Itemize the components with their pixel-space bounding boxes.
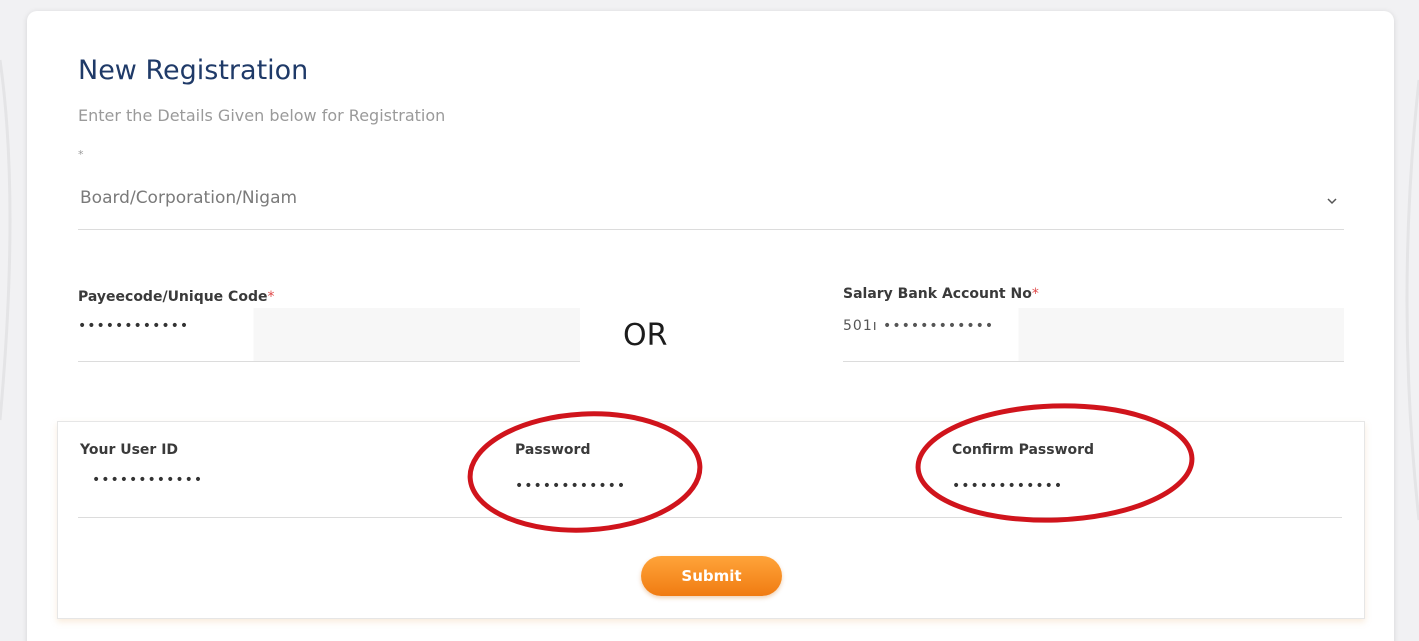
user-id-label: Your User ID — [80, 442, 179, 458]
submit-button[interactable]: Submit — [641, 556, 782, 596]
organization-select[interactable]: Board/Corporation/Nigam — [78, 180, 1344, 230]
payee-code-input[interactable]: •••••••••••• — [78, 308, 580, 362]
confirm-password-label: Confirm Password — [952, 442, 1095, 458]
confirm-password-value: •••••••••••• — [952, 478, 1064, 494]
password-label: Password — [515, 442, 591, 458]
password-value: •••••••••••• — [515, 478, 627, 494]
or-separator: OR — [623, 318, 668, 353]
confirm-password-input[interactable]: •••••••••••• — [906, 472, 1342, 518]
salary-account-value: 501ı •••••••••••• — [843, 318, 995, 334]
user-id-input[interactable]: •••••••••••• — [78, 472, 470, 518]
page-subtitle: Enter the Details Given below for Regist… — [78, 106, 446, 125]
page-title: New Registration — [78, 55, 309, 86]
organization-select-value: Board/Corporation/Nigam — [80, 188, 298, 208]
user-id-value: •••••••••••• — [92, 472, 204, 488]
password-input[interactable]: •••••••••••• — [470, 472, 906, 518]
chevron-down-icon[interactable] — [1326, 196, 1338, 206]
payee-code-label: Payeecode/Unique Code* — [78, 289, 275, 305]
salary-account-label: Salary Bank Account No* — [843, 286, 1039, 302]
salary-account-input[interactable]: 501ı •••••••••••• — [843, 308, 1344, 362]
payee-code-value: •••••••••••• — [78, 318, 190, 334]
required-marker: * — [78, 148, 84, 161]
